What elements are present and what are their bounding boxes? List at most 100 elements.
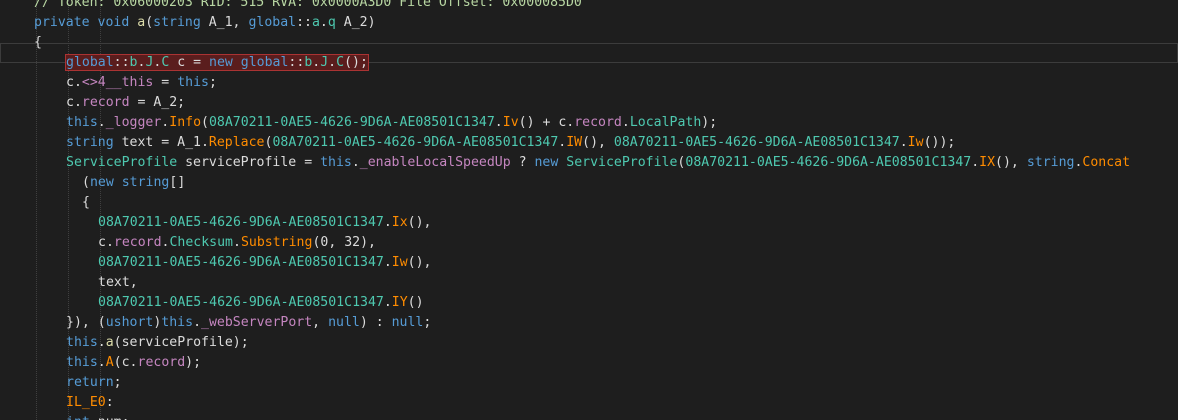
code-line[interactable]: int num; [0,413,1178,420]
code-line[interactable]: // Token: 0x06000203 RID: 515 RVA: 0x000… [0,0,1178,13]
line-content: this._logger.Info(08A70211-0AE5-4626-9D6… [66,115,717,130]
line-content: IL_E0: [66,395,114,410]
code-token: ServiceProfile [66,155,178,170]
code-token: 08A70211-0AE5-4626-9D6A-AE08501C1347 [98,215,384,230]
code-token: . [97,335,106,350]
code-line[interactable]: IL_E0: [0,393,1178,413]
code-token: . [319,15,328,30]
code-token: J [320,55,329,70]
code-token: (), [582,135,614,150]
code-token: () + c. [518,115,575,130]
code-token: Substring [240,235,313,250]
code-token: <>4__this [81,75,154,90]
code-line[interactable]: string text = A_1.Replace(08A70211-0AE5-… [0,133,1178,153]
code-line[interactable]: (new string[] [0,173,1178,193]
code-token: :: [113,55,130,70]
code-token: Info [169,115,202,130]
code-token: (); [344,55,368,70]
code-line[interactable]: global::b.J.C c = new global::b.J.C(); [0,53,1178,73]
code-token: int [66,415,90,420]
code-line[interactable]: c.record = A_2; [0,93,1178,113]
code-token: (0, 32), [312,235,376,250]
code-token: :: [288,55,305,70]
code-token: text, [98,275,138,290]
code-token: this [161,315,194,330]
code-token: this [66,335,98,350]
code-token: this [66,355,98,370]
code-token: ); [185,355,202,370]
code-token: ( [82,175,90,190]
code-token: A_1, [200,15,249,30]
line-content: this.A(c.record); [66,355,201,370]
line-content: string text = A_1.Replace(08A70211-0AE5-… [66,135,955,150]
code-line[interactable]: 08A70211-0AE5-4626-9D6A-AE08501C1347.Iw(… [0,253,1178,273]
code-token: c. [66,75,82,90]
code-token: A_2) [335,15,376,30]
code-token: this [66,115,98,130]
code-token: Replace [208,135,265,150]
line-content: return; [66,375,122,390]
code-token: = [153,75,178,90]
code-token: [] [169,175,186,190]
code-line[interactable]: 08A70211-0AE5-4626-9D6A-AE08501C1347.IY(… [0,293,1178,313]
code-token: 08A70211-0AE5-4626-9D6A-AE08501C1347 [208,115,495,130]
line-content: private void a(string A_1, global::a.q A… [34,15,376,30]
code-line[interactable]: return; [0,373,1178,393]
code-token: // Token: 0x06000203 RID: 515 RVA: 0x000… [34,0,582,10]
code-token: record [81,95,130,110]
code-line[interactable]: c.record.Checksum.Substring(0, 32), [0,233,1178,253]
selected-statement: global::b.J.C c = new global::b.J.C(); [65,54,369,71]
code-token: string [1026,155,1075,170]
code-token: (serviceProfile); [113,335,249,350]
code-token: c = [169,55,209,70]
code-token: : [105,395,114,410]
code-token: record [113,235,162,250]
code-editor[interactable]: // Token: 0x06000203 RID: 515 RVA: 0x000… [0,0,1178,420]
code-token: { [34,35,42,50]
code-line[interactable]: text, [0,273,1178,293]
code-token: Concat [1082,155,1131,170]
code-token: { [82,195,90,210]
code-token: ( [201,115,209,130]
code-line[interactable]: { [0,33,1178,53]
code-line[interactable]: private void a(string A_1, global::a.q A… [0,13,1178,33]
code-token: . [971,155,980,170]
code-token: string [153,15,201,30]
code-token: string [66,135,114,150]
code-token: ; [113,375,122,390]
code-line[interactable]: this._logger.Info(08A70211-0AE5-4626-9D6… [0,113,1178,133]
code-token: record [574,115,622,130]
code-token: ( [145,15,154,30]
code-token: string [121,175,170,190]
code-token: serviceProfile = [177,155,321,170]
code-token: 08A70211-0AE5-4626-9D6A-AE08501C1347 [685,155,972,170]
code-token: A [105,355,114,370]
code-line[interactable]: }), (ushort)this._webServerPort, null) :… [0,313,1178,333]
code-token: . [899,135,908,150]
code-line[interactable]: this.a(serviceProfile); [0,333,1178,353]
line-content: 08A70211-0AE5-4626-9D6A-AE08501C1347.IY(… [98,295,424,310]
code-token: 08A70211-0AE5-4626-9D6A-AE08501C1347 [613,135,900,150]
line-content: // Token: 0x06000203 RID: 515 RVA: 0x000… [34,0,582,10]
code-token: :: [296,15,312,30]
code-line[interactable]: this.A(c.record); [0,353,1178,373]
line-content: c.record = A_2; [66,95,185,110]
code-line[interactable]: { [0,193,1178,213]
line-content: 08A70211-0AE5-4626-9D6A-AE08501C1347.Ix(… [98,215,432,230]
code-line[interactable]: ServiceProfile serviceProfile = this._en… [0,153,1178,173]
line-content: 08A70211-0AE5-4626-9D6A-AE08501C1347.Iw(… [98,255,432,270]
code-token: _webServerPort [201,315,313,330]
code-token: global [66,55,114,70]
code-token: () [407,295,424,310]
line-content: ServiceProfile serviceProfile = this._en… [66,155,1130,170]
line-content: c.record.Checksum.Substring(0, 32), [98,235,376,250]
code-token: new [89,175,114,190]
code-token: . [383,215,392,230]
code-line[interactable]: c.<>4__this = this; [0,73,1178,93]
code-token: . [97,115,106,130]
code-line[interactable]: 08A70211-0AE5-4626-9D6A-AE08501C1347.Ix(… [0,213,1178,233]
code-token: IX [979,155,996,170]
line-content: { [82,195,90,210]
code-token: num; [90,415,130,420]
